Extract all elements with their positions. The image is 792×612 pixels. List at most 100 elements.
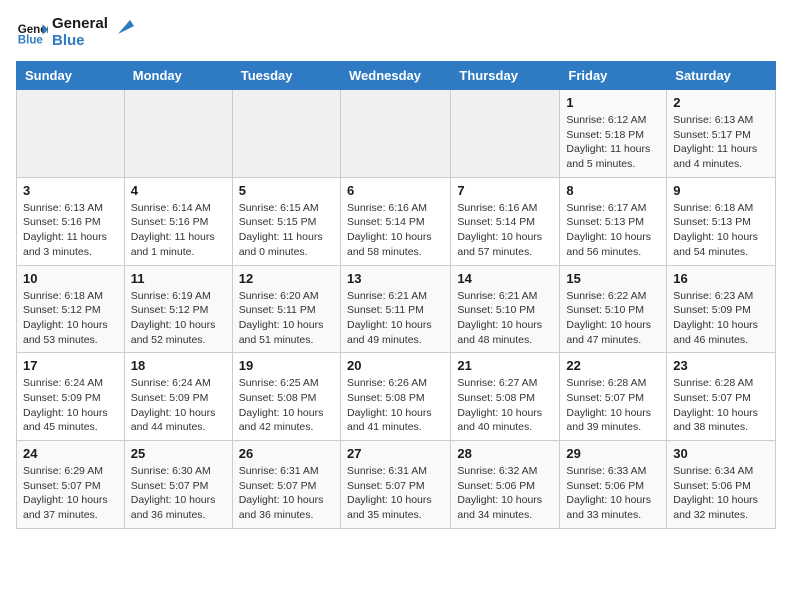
logo-line2: Blue (52, 33, 108, 50)
calendar-cell: 1 Sunrise: 6:12 AMSunset: 5:18 PMDaylight… (560, 90, 667, 178)
day-number: 22 (566, 358, 660, 373)
day-number: 8 (566, 183, 660, 198)
day-number: 25 (131, 446, 226, 461)
day-number: 10 (23, 271, 118, 286)
calendar-week-4: 17 Sunrise: 6:24 AMSunset: 5:09 PMDayligh… (17, 353, 776, 441)
day-info: Sunrise: 6:23 AMSunset: 5:09 PMDaylight:… (673, 289, 769, 348)
calendar-cell: 13 Sunrise: 6:21 AMSunset: 5:11 PMDayligh… (340, 265, 450, 353)
day-info: Sunrise: 6:16 AMSunset: 5:14 PMDaylight:… (347, 201, 444, 260)
day-number: 12 (239, 271, 334, 286)
day-number: 6 (347, 183, 444, 198)
calendar-cell: 20 Sunrise: 6:26 AMSunset: 5:08 PMDayligh… (340, 353, 450, 441)
day-info: Sunrise: 6:24 AMSunset: 5:09 PMDaylight:… (131, 376, 226, 435)
calendar-cell: 4 Sunrise: 6:14 AMSunset: 5:16 PMDaylight… (124, 177, 232, 265)
calendar-header-row: SundayMondayTuesdayWednesdayThursdayFrid… (17, 62, 776, 90)
day-number: 29 (566, 446, 660, 461)
day-number: 28 (457, 446, 553, 461)
weekday-header-tuesday: Tuesday (232, 62, 340, 90)
day-number: 11 (131, 271, 226, 286)
calendar-cell: 11 Sunrise: 6:19 AMSunset: 5:12 PMDayligh… (124, 265, 232, 353)
day-number: 24 (23, 446, 118, 461)
calendar-cell (451, 90, 560, 178)
day-number: 19 (239, 358, 334, 373)
day-number: 26 (239, 446, 334, 461)
day-info: Sunrise: 6:17 AMSunset: 5:13 PMDaylight:… (566, 201, 660, 260)
day-info: Sunrise: 6:16 AMSunset: 5:14 PMDaylight:… (457, 201, 553, 260)
logo: General Blue General Blue (16, 16, 134, 49)
calendar-cell: 5 Sunrise: 6:15 AMSunset: 5:15 PMDaylight… (232, 177, 340, 265)
weekday-header-sunday: Sunday (17, 62, 125, 90)
day-info: Sunrise: 6:13 AMSunset: 5:17 PMDaylight:… (673, 113, 769, 172)
day-info: Sunrise: 6:24 AMSunset: 5:09 PMDaylight:… (23, 376, 118, 435)
day-number: 23 (673, 358, 769, 373)
day-number: 9 (673, 183, 769, 198)
day-info: Sunrise: 6:15 AMSunset: 5:15 PMDaylight:… (239, 201, 334, 260)
day-info: Sunrise: 6:19 AMSunset: 5:12 PMDaylight:… (131, 289, 226, 348)
weekday-header-wednesday: Wednesday (340, 62, 450, 90)
calendar-week-1: 1 Sunrise: 6:12 AMSunset: 5:18 PMDaylight… (17, 90, 776, 178)
day-info: Sunrise: 6:20 AMSunset: 5:11 PMDaylight:… (239, 289, 334, 348)
day-info: Sunrise: 6:21 AMSunset: 5:11 PMDaylight:… (347, 289, 444, 348)
calendar-cell: 28 Sunrise: 6:32 AMSunset: 5:06 PMDayligh… (451, 441, 560, 529)
day-number: 17 (23, 358, 118, 373)
calendar-cell: 8 Sunrise: 6:17 AMSunset: 5:13 PMDaylight… (560, 177, 667, 265)
calendar-week-2: 3 Sunrise: 6:13 AMSunset: 5:16 PMDaylight… (17, 177, 776, 265)
day-info: Sunrise: 6:31 AMSunset: 5:07 PMDaylight:… (347, 464, 444, 523)
calendar-table: SundayMondayTuesdayWednesdayThursdayFrid… (16, 61, 776, 529)
calendar-cell: 3 Sunrise: 6:13 AMSunset: 5:16 PMDaylight… (17, 177, 125, 265)
day-info: Sunrise: 6:13 AMSunset: 5:16 PMDaylight:… (23, 201, 118, 260)
calendar-cell: 18Sunrise: 6:24 AMSunset: 5:09 PMDayligh… (124, 353, 232, 441)
weekday-header-thursday: Thursday (451, 62, 560, 90)
weekday-header-monday: Monday (124, 62, 232, 90)
day-number: 7 (457, 183, 553, 198)
calendar-week-5: 24 Sunrise: 6:29 AMSunset: 5:07 PMDayligh… (17, 441, 776, 529)
day-info: Sunrise: 6:14 AMSunset: 5:16 PMDaylight:… (131, 201, 226, 260)
calendar-cell: 21Sunrise: 6:27 AMSunset: 5:08 PMDayligh… (451, 353, 560, 441)
day-number: 13 (347, 271, 444, 286)
calendar-cell: 29 Sunrise: 6:33 AMSunset: 5:06 PMDayligh… (560, 441, 667, 529)
day-number: 4 (131, 183, 226, 198)
day-number: 14 (457, 271, 553, 286)
calendar-cell: 19Sunrise: 6:25 AMSunset: 5:08 PMDayligh… (232, 353, 340, 441)
day-info: Sunrise: 6:32 AMSunset: 5:06 PMDaylight:… (457, 464, 553, 523)
weekday-header-saturday: Saturday (667, 62, 776, 90)
day-info: Sunrise: 6:18 AMSunset: 5:13 PMDaylight:… (673, 201, 769, 260)
day-number: 30 (673, 446, 769, 461)
day-number: 20 (347, 358, 444, 373)
calendar-cell: 7 Sunrise: 6:16 AMSunset: 5:14 PMDaylight… (451, 177, 560, 265)
day-info: Sunrise: 6:29 AMSunset: 5:07 PMDaylight:… (23, 464, 118, 523)
day-number: 3 (23, 183, 118, 198)
day-info: Sunrise: 6:12 AMSunset: 5:18 PMDaylight:… (566, 113, 660, 172)
day-number: 27 (347, 446, 444, 461)
day-number: 5 (239, 183, 334, 198)
day-number: 21 (457, 358, 553, 373)
calendar-cell: 6 Sunrise: 6:16 AMSunset: 5:14 PMDaylight… (340, 177, 450, 265)
svg-text:Blue: Blue (18, 34, 44, 46)
calendar-cell: 9 Sunrise: 6:18 AMSunset: 5:13 PMDaylight… (667, 177, 776, 265)
calendar-cell (340, 90, 450, 178)
calendar-body: 1 Sunrise: 6:12 AMSunset: 5:18 PMDaylight… (17, 90, 776, 529)
day-info: Sunrise: 6:21 AMSunset: 5:10 PMDaylight:… (457, 289, 553, 348)
day-info: Sunrise: 6:30 AMSunset: 5:07 PMDaylight:… (131, 464, 226, 523)
calendar-cell: 14 Sunrise: 6:21 AMSunset: 5:10 PMDayligh… (451, 265, 560, 353)
calendar-cell (17, 90, 125, 178)
calendar-cell: 12 Sunrise: 6:20 AMSunset: 5:11 PMDayligh… (232, 265, 340, 353)
calendar-cell: 27 Sunrise: 6:31 AMSunset: 5:07 PMDayligh… (340, 441, 450, 529)
day-number: 15 (566, 271, 660, 286)
calendar-cell: 30Sunrise: 6:34 AMSunset: 5:06 PMDayligh… (667, 441, 776, 529)
day-info: Sunrise: 6:26 AMSunset: 5:08 PMDaylight:… (347, 376, 444, 435)
logo-line1: General (52, 16, 108, 33)
calendar-cell: 22Sunrise: 6:28 AMSunset: 5:07 PMDayligh… (560, 353, 667, 441)
day-number: 16 (673, 271, 769, 286)
weekday-header-friday: Friday (560, 62, 667, 90)
calendar-cell: 10Sunrise: 6:18 AMSunset: 5:12 PMDayligh… (17, 265, 125, 353)
calendar-week-3: 10Sunrise: 6:18 AMSunset: 5:12 PMDayligh… (17, 265, 776, 353)
calendar-cell: 24 Sunrise: 6:29 AMSunset: 5:07 PMDayligh… (17, 441, 125, 529)
day-number: 1 (566, 95, 660, 110)
calendar-cell: 17 Sunrise: 6:24 AMSunset: 5:09 PMDayligh… (17, 353, 125, 441)
day-info: Sunrise: 6:22 AMSunset: 5:10 PMDaylight:… (566, 289, 660, 348)
day-info: Sunrise: 6:31 AMSunset: 5:07 PMDaylight:… (239, 464, 334, 523)
calendar-cell: 16 Sunrise: 6:23 AMSunset: 5:09 PMDayligh… (667, 265, 776, 353)
day-info: Sunrise: 6:28 AMSunset: 5:07 PMDaylight:… (673, 376, 769, 435)
day-info: Sunrise: 6:33 AMSunset: 5:06 PMDaylight:… (566, 464, 660, 523)
